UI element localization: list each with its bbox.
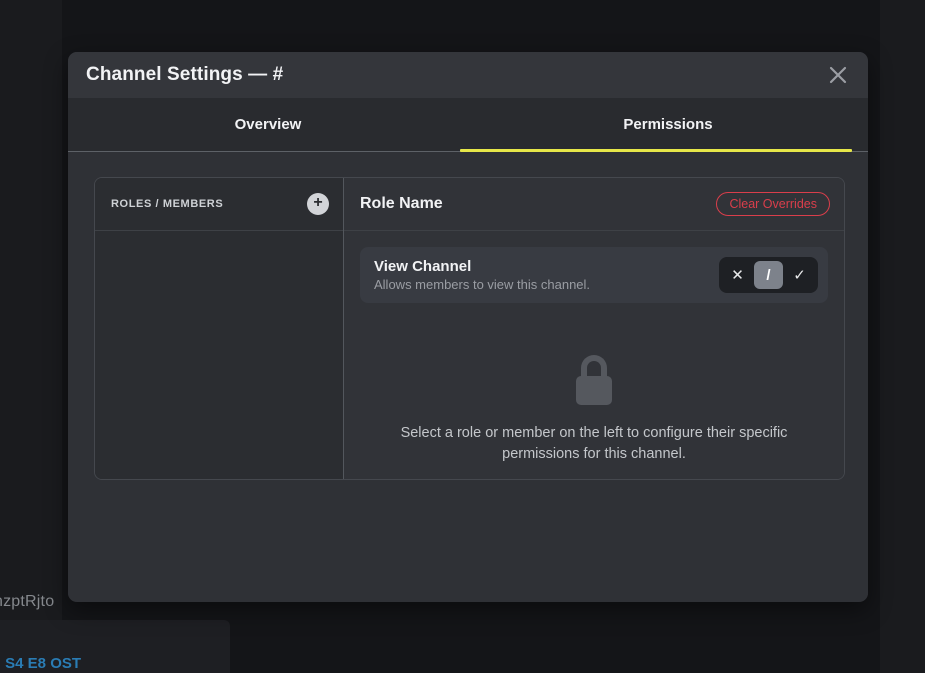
modal-header: Channel Settings — # bbox=[68, 52, 868, 98]
neutral-permission-button[interactable]: / bbox=[754, 261, 783, 289]
lock-body bbox=[576, 376, 612, 405]
plus-icon: + bbox=[313, 195, 322, 211]
permissions-content: View Channel Allows members to view this… bbox=[344, 231, 844, 480]
app-background: nzptRjto : S4 E8 OST Channel Settings — … bbox=[0, 0, 925, 673]
deny-permission-button[interactable]: ✕ bbox=[723, 261, 752, 289]
clear-overrides-button[interactable]: Clear Overrides bbox=[716, 192, 830, 216]
channel-settings-modal: Channel Settings — # Overview Permission… bbox=[68, 52, 868, 602]
roles-members-header: ROLES / MEMBERS + bbox=[95, 178, 343, 231]
permission-text: View Channel Allows members to view this… bbox=[374, 258, 590, 292]
lock-icon bbox=[572, 355, 616, 405]
add-role-button[interactable]: + bbox=[307, 193, 329, 215]
tab-permissions[interactable]: Permissions bbox=[468, 98, 868, 151]
background-left-column bbox=[0, 0, 62, 673]
tab-bar: Overview Permissions bbox=[68, 98, 868, 152]
empty-state: Select a role or member on the left to c… bbox=[360, 355, 828, 465]
empty-state-line2: permissions for this channel. bbox=[502, 446, 686, 462]
permissions-layout: ROLES / MEMBERS + Role Name Clear Overri… bbox=[94, 177, 845, 480]
role-name-heading: Role Name bbox=[360, 195, 443, 213]
permission-description: Allows members to view this channel. bbox=[374, 277, 590, 292]
role-permissions-header: Role Name Clear Overrides bbox=[344, 178, 844, 231]
modal-title: Channel Settings — # bbox=[86, 64, 283, 86]
empty-state-line1: Select a role or member on the left to c… bbox=[401, 425, 788, 441]
background-right-column bbox=[880, 0, 925, 673]
empty-state-text: Select a role or member on the left to c… bbox=[360, 423, 828, 465]
permission-name: View Channel bbox=[374, 258, 590, 275]
roles-members-panel: ROLES / MEMBERS + bbox=[95, 178, 344, 479]
check-icon: ✓ bbox=[793, 268, 806, 283]
background-clipped-text: nzptRjto bbox=[0, 593, 54, 611]
tab-overview[interactable]: Overview bbox=[68, 98, 468, 151]
lock-shackle bbox=[581, 355, 607, 376]
slash-icon: / bbox=[766, 268, 770, 283]
x-icon: ✕ bbox=[731, 268, 744, 283]
close-button[interactable] bbox=[824, 61, 852, 89]
close-icon bbox=[828, 65, 848, 85]
roles-members-heading: ROLES / MEMBERS bbox=[111, 198, 223, 210]
role-permissions-panel: Role Name Clear Overrides View Channel A… bbox=[344, 178, 844, 479]
permission-toggle-group: ✕ / ✓ bbox=[719, 257, 818, 293]
modal-body: ROLES / MEMBERS + Role Name Clear Overri… bbox=[68, 152, 868, 601]
permission-row: View Channel Allows members to view this… bbox=[360, 247, 828, 303]
allow-permission-button[interactable]: ✓ bbox=[785, 261, 814, 289]
background-link[interactable]: : S4 E8 OST bbox=[0, 655, 81, 672]
